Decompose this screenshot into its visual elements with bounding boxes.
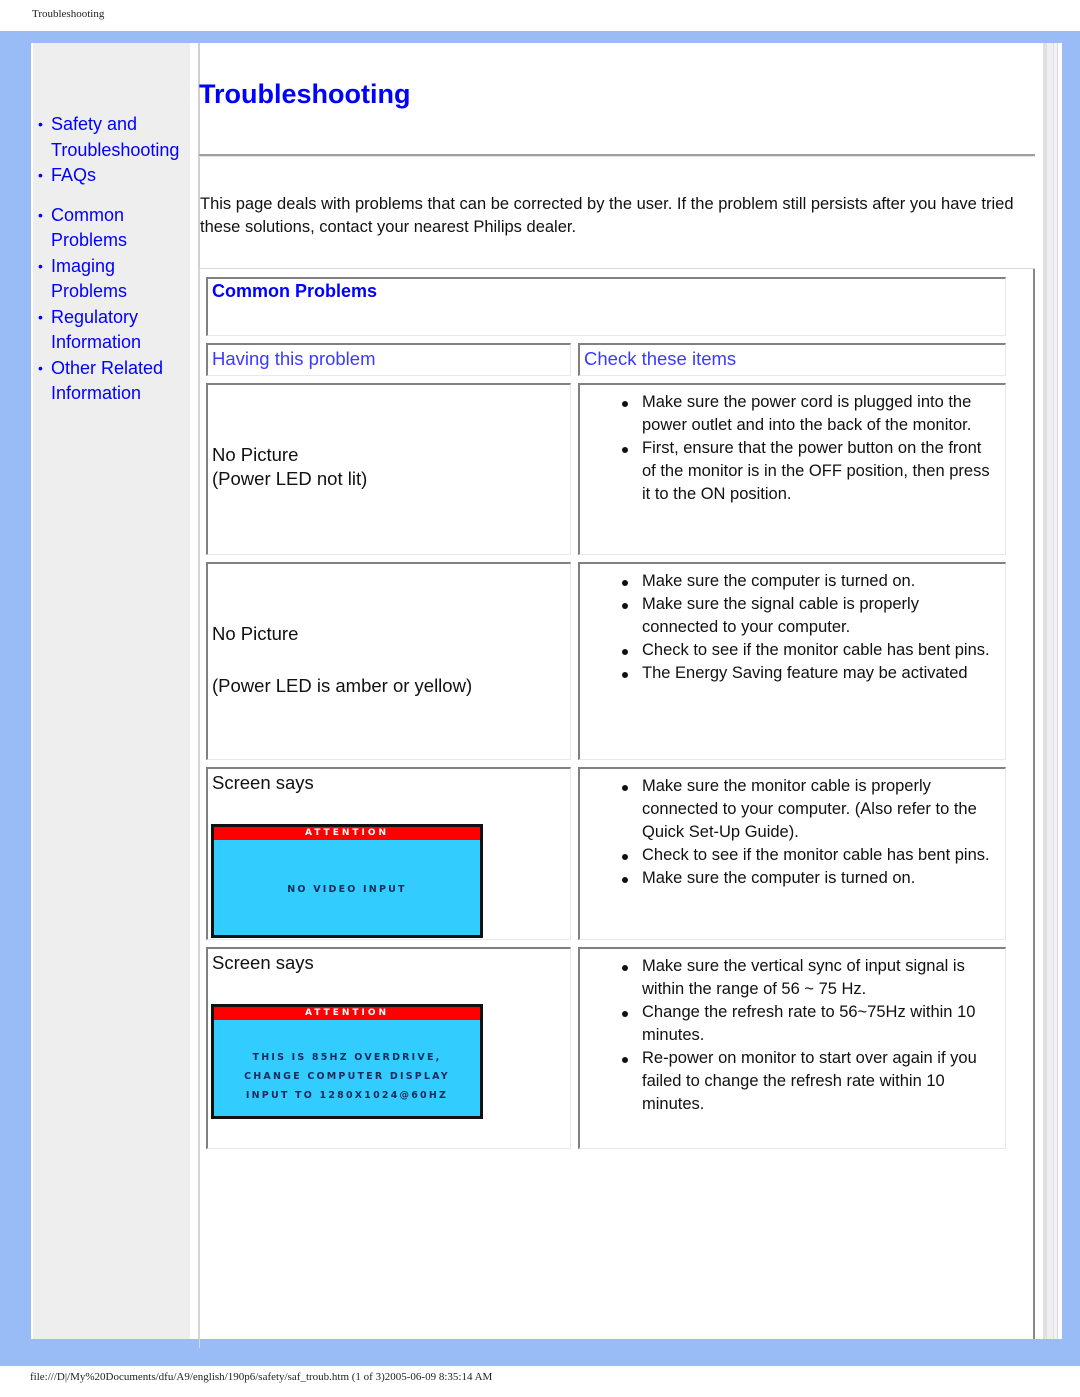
check-cell: Make sure the monitor cable is properly … xyxy=(578,767,1006,940)
check-item: First, ensure that the power button on t… xyxy=(620,437,990,506)
content-border xyxy=(1033,269,1035,1339)
check-list: Make sure the monitor cable is properly … xyxy=(620,775,990,890)
problem-cell: No Picture (Power LED is amber or yellow… xyxy=(206,562,571,760)
check-item: Make sure the monitor cable is properly … xyxy=(620,775,990,844)
problem-cell: No Picture (Power LED not lit) xyxy=(206,383,571,555)
check-column-header: Check these items xyxy=(578,343,1006,376)
osd-header: ATTENTION xyxy=(214,1007,480,1020)
horizontal-rule xyxy=(199,154,1035,157)
sidebar-link[interactable]: FAQs xyxy=(51,165,96,185)
check-item: Make sure the signal cable is properly c… xyxy=(620,593,990,639)
check-item: Check to see if the monitor cable has be… xyxy=(620,844,990,867)
osd-line: THIS IS 85HZ OVERDRIVE, xyxy=(252,1052,442,1063)
scrollbar-rail[interactable] xyxy=(1043,43,1062,1339)
problem-line: Screen says xyxy=(212,952,314,973)
sidebar-item-faqs[interactable]: • FAQs xyxy=(33,163,190,189)
sidebar-item-other-related-information[interactable]: • Other Related Information xyxy=(33,356,190,407)
problem-text: Screen says xyxy=(212,771,314,795)
check-item: Make sure the computer is turned on. xyxy=(620,867,990,890)
check-item: The Energy Saving feature may be activat… xyxy=(620,662,990,685)
osd-header: ATTENTION xyxy=(214,827,480,840)
sidebar-item-safety-and-troubleshooting[interactable]: • Safety and Troubleshooting xyxy=(33,112,190,163)
check-cell: Make sure the power cord is plugged into… xyxy=(578,383,1006,555)
osd-screenshot-85hz-overdrive: ATTENTION THIS IS 85HZ OVERDRIVE, CHANGE… xyxy=(211,1004,483,1119)
check-item: Change the refresh rate to 56~75Hz withi… xyxy=(620,1001,990,1047)
check-list: Make sure the power cord is plugged into… xyxy=(620,391,990,506)
osd-line: NO VIDEO INPUT xyxy=(287,884,407,895)
check-cell: Make sure the vertical sync of input sig… xyxy=(578,947,1006,1149)
check-column-label: Check these items xyxy=(584,348,737,369)
sidebar-link[interactable]: Other Related Information xyxy=(51,358,163,404)
check-item: Check to see if the monitor cable has be… xyxy=(620,639,990,662)
sidebar-item-imaging-problems[interactable]: • Imaging Problems xyxy=(33,254,190,305)
check-list: Make sure the vertical sync of input sig… xyxy=(620,955,990,1116)
check-item: Make sure the vertical sync of input sig… xyxy=(620,955,990,1001)
check-item: Re-power on monitor to start over again … xyxy=(620,1047,990,1116)
bullet-icon: • xyxy=(38,359,43,376)
sidebar-item-regulatory-information[interactable]: • Regulatory Information xyxy=(33,305,190,356)
osd-screenshot-no-video-input: ATTENTION NO VIDEO INPUT xyxy=(211,824,483,938)
bullet-icon: • xyxy=(38,167,43,183)
bullet-icon: • xyxy=(38,257,43,274)
problem-line: No Picture xyxy=(212,623,299,644)
bullet-icon: • xyxy=(38,308,43,325)
section-title: Common Problems xyxy=(212,281,378,301)
problem-text: Screen says xyxy=(212,951,314,975)
print-footer: file:///D|/My%20Documents/dfu/A9/english… xyxy=(30,1371,493,1383)
problem-text: No Picture (Power LED is amber or yellow… xyxy=(212,608,472,712)
page-title: Troubleshooting xyxy=(199,79,411,109)
problem-line: (Power LED not lit) xyxy=(212,468,368,489)
sidebar-link[interactable]: Common Problems xyxy=(51,205,127,251)
problem-column-header: Having this problem xyxy=(206,343,571,376)
sidebar-nav: • Safety and Troubleshooting • FAQs • Co… xyxy=(33,43,190,1339)
page-frame: • Safety and Troubleshooting • FAQs • Co… xyxy=(0,31,1080,1366)
osd-line: CHANGE COMPUTER DISPLAY xyxy=(244,1071,450,1082)
osd-message: NO VIDEO INPUT xyxy=(214,840,480,899)
check-item: Make sure the computer is turned on. xyxy=(620,570,990,593)
sidebar-link[interactable]: Safety and Troubleshooting xyxy=(51,114,179,160)
check-list: Make sure the computer is turned on. Mak… xyxy=(620,570,990,685)
sidebar-item-common-problems[interactable]: • Common Problems xyxy=(33,203,190,254)
problem-cell: Screen says ATTENTION THIS IS 85HZ OVERD… xyxy=(206,947,571,1149)
page-inner: • Safety and Troubleshooting • FAQs • Co… xyxy=(31,43,1062,1348)
common-problems-table: Common Problems Having this problem Chec… xyxy=(199,268,1035,1348)
sidebar-link[interactable]: Regulatory Information xyxy=(51,307,141,353)
bullet-icon: • xyxy=(38,116,43,132)
problem-line: (Power LED is amber or yellow) xyxy=(212,675,473,696)
problem-text: No Picture (Power LED not lit) xyxy=(212,443,367,491)
check-cell: Make sure the computer is turned on. Mak… xyxy=(578,562,1006,760)
sidebar-list: • Safety and Troubleshooting • FAQs • Co… xyxy=(33,112,190,407)
problem-column-label: Having this problem xyxy=(212,348,376,369)
print-header: Troubleshooting xyxy=(32,8,105,20)
bullet-icon: • xyxy=(38,206,43,223)
osd-message: THIS IS 85HZ OVERDRIVE, CHANGE COMPUTER … xyxy=(214,1020,480,1105)
intro-text: This page deals with problems that can b… xyxy=(200,195,1014,236)
problem-line: No Picture xyxy=(212,444,299,465)
sidebar-link[interactable]: Imaging Problems xyxy=(51,256,127,302)
check-item: Make sure the power cord is plugged into… xyxy=(620,391,990,437)
osd-line: INPUT TO 1280X1024@60HZ xyxy=(245,1090,449,1101)
problem-cell: Screen says ATTENTION NO VIDEO INPUT xyxy=(206,767,571,940)
problem-line: Screen says xyxy=(212,772,314,793)
section-title-cell: Common Problems xyxy=(206,277,1006,336)
